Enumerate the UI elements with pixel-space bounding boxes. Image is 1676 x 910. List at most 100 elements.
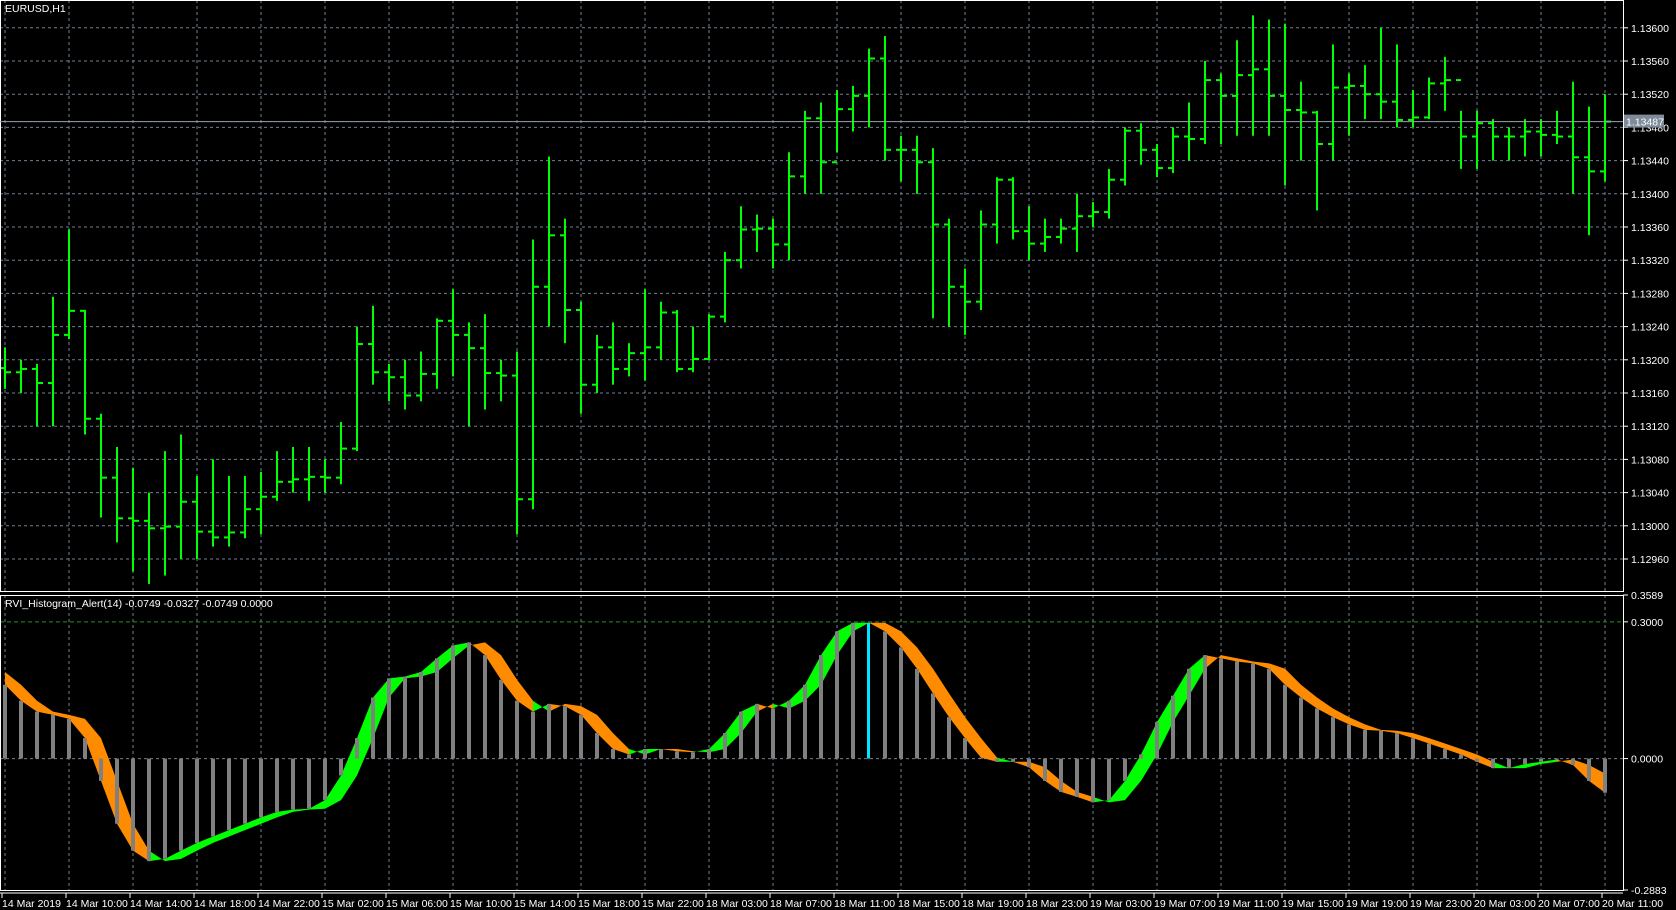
price-tick-label: 1.13200 (1631, 355, 1669, 367)
rvi-band-down (1349, 717, 1365, 730)
histogram-bar (771, 708, 775, 759)
histogram-bar (1571, 758, 1575, 765)
histogram-bar (1587, 758, 1591, 781)
histogram-bar (467, 642, 471, 759)
price-tick-label: 1.13360 (1631, 222, 1669, 234)
histogram-bar (259, 758, 263, 818)
rvi-band-up (821, 631, 837, 685)
rvi-band-down (1461, 749, 1477, 762)
time-tick-label: 19 Mar 07:00 (1154, 898, 1216, 910)
rvi-band-up (325, 775, 341, 809)
histogram-bar (403, 676, 407, 759)
histogram-bar (355, 738, 359, 759)
rvi-band-up (709, 733, 725, 753)
rvi-band-up (773, 700, 789, 709)
histogram-bar (1011, 758, 1015, 762)
rvi-band-down (1365, 724, 1381, 731)
rvi-band-down (1413, 733, 1429, 744)
rvi-band-down (485, 642, 501, 680)
histogram-bar (787, 700, 791, 759)
histogram-bar (723, 733, 727, 759)
histogram-bar (915, 668, 919, 759)
price-tick-label: 1.13000 (1631, 521, 1669, 533)
histogram-bar (1235, 661, 1239, 759)
indicator-tick-label: 0.0000 (1631, 754, 1663, 766)
rvi-band-down (757, 703, 773, 712)
time-tick-label: 15 Mar 14:00 (514, 898, 576, 910)
histogram-bar (3, 684, 7, 759)
histogram-bar (707, 749, 711, 759)
histogram-bar (115, 758, 119, 824)
histogram-bar (1107, 758, 1111, 801)
histogram-bar (963, 738, 967, 759)
rvi-band-down (581, 706, 597, 734)
rvi-band-down (1381, 729, 1397, 734)
rvi-band-up (1141, 722, 1157, 781)
rvi-band-up (1525, 761, 1541, 769)
histogram-bar (1427, 743, 1431, 759)
histogram-bar (1251, 663, 1255, 759)
price-tick-label: 1.13400 (1631, 189, 1669, 201)
rvi-band-up (453, 642, 469, 659)
rvi-band-down (1557, 759, 1573, 765)
time-tick-label: 14 Mar 10:00 (66, 898, 128, 910)
time-tick-label: 20 Mar 03:00 (1474, 898, 1536, 910)
price-tick-label: 1.13040 (1631, 488, 1669, 500)
price-tick-label: 1.13560 (1631, 56, 1669, 68)
histogram-bar (1491, 758, 1495, 769)
rvi-band-down (1061, 780, 1077, 797)
histogram-bar (1443, 749, 1447, 759)
axes: 14 Mar 2019 14 Mar 10:00 14 Mar 14:00 14 Ma… (0, 0, 1669, 910)
time-tick-label: 20 Mar 07:00 (1538, 898, 1600, 910)
indicator-tick-label: -0.2883 (1631, 885, 1667, 897)
histogram-bar (579, 714, 583, 759)
rvi-band-up (1093, 796, 1109, 803)
rvi-band-down (1269, 663, 1285, 685)
histogram-bar (563, 706, 567, 759)
rvi-band-down (5, 671, 21, 701)
rvi-band-down (1221, 655, 1237, 662)
rvi-band-up (1157, 695, 1173, 755)
histogram-bar (195, 758, 199, 843)
rvi-band-down (1573, 759, 1589, 781)
time-tick-label: 15 Mar 06:00 (386, 898, 448, 910)
price-tick-label: 1.13120 (1631, 421, 1669, 433)
indicator-tick-label: 0.3000 (1631, 617, 1663, 629)
rvi-band-down (949, 693, 965, 739)
histogram-bar (419, 671, 423, 759)
histogram-bar (627, 754, 631, 759)
histogram-bar (83, 738, 87, 759)
histogram-bar (147, 758, 151, 862)
histogram-bar (1155, 722, 1159, 759)
histogram-bar (883, 631, 887, 759)
histogram-bar (1091, 758, 1095, 803)
histogram-bar (819, 655, 823, 759)
rvi-band-up (197, 836, 213, 851)
rvi-band-down (133, 823, 149, 862)
time-tick-label: 15 Mar 18:00 (578, 898, 640, 910)
rvi-band-down (501, 655, 517, 701)
histogram-bar (1379, 730, 1383, 759)
histogram-bar (643, 749, 647, 759)
time-tick-label: 15 Mar 10:00 (450, 898, 512, 910)
histogram-bar (35, 711, 39, 759)
rvi-band-down (1237, 658, 1253, 664)
rvi-band-up (853, 622, 869, 632)
histogram-bar (99, 758, 103, 781)
rvi-band-up (309, 800, 325, 810)
rvi-band-up (789, 684, 805, 709)
rvi-band-up (213, 830, 229, 843)
rvi-band-down (1045, 767, 1061, 792)
histogram-bar (1523, 758, 1527, 765)
chart-window[interactable]: 14 Mar 2019 14 Mar 10:00 14 Mar 14:00 14 Ma… (0, 0, 1676, 910)
histogram-bar (1187, 668, 1191, 759)
histogram-bar (595, 733, 599, 759)
histogram-bar (1203, 655, 1207, 759)
histogram-bar (995, 758, 999, 762)
rvi-band-down (21, 684, 37, 712)
price-tick-label: 1.13160 (1631, 388, 1669, 400)
histogram-bar (499, 679, 503, 759)
histogram-bar (531, 711, 535, 759)
time-tick-label: 14 Mar 18:00 (194, 898, 256, 910)
price-tick-label: 1.13240 (1631, 322, 1669, 334)
